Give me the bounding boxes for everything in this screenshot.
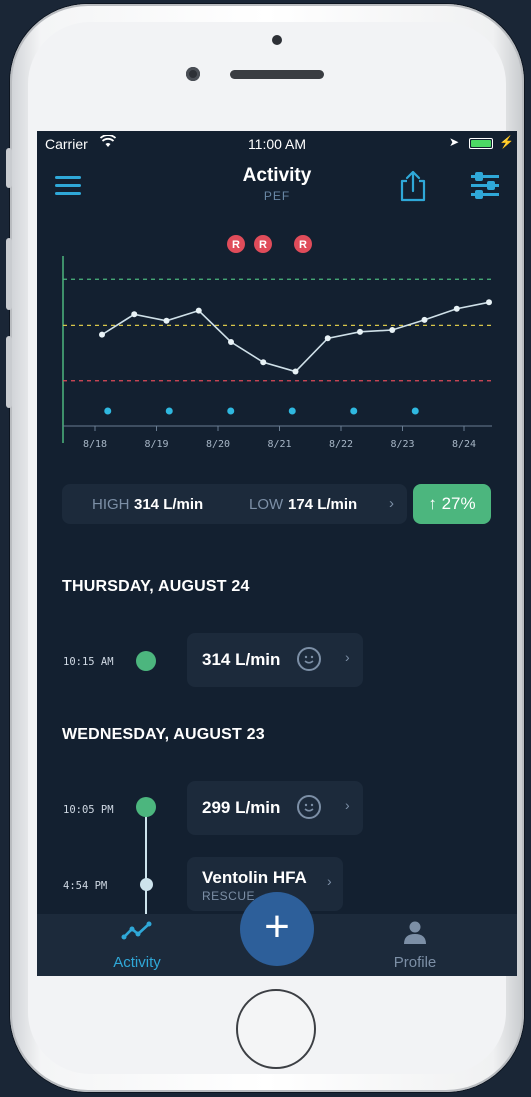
x-tick-label: 8/23 <box>390 439 414 450</box>
pef-data-point <box>260 359 267 366</box>
high-label: HIGH <box>92 496 130 513</box>
smile-icon <box>297 795 321 819</box>
event-dot <box>165 407 173 415</box>
medication-dot <box>140 878 153 891</box>
tab-activity-label: Activity <box>113 954 161 971</box>
reading-card[interactable]: 314 L/min › <box>187 633 363 687</box>
page-subtitle: PEF <box>263 189 291 203</box>
pef-data-point <box>357 328 363 335</box>
low-label: LOW <box>249 496 284 513</box>
chevron-right-icon: › <box>345 649 350 665</box>
chevron-right-icon: › <box>389 495 394 512</box>
x-tick-label: 8/20 <box>206 439 230 450</box>
entry-time: 4:54 PM <box>63 880 108 892</box>
pef-data-point <box>163 317 170 324</box>
smile-icon <box>297 647 321 671</box>
event-dot <box>350 407 358 415</box>
volume-up-button <box>6 238 12 310</box>
tab-profile[interactable]: Profile <box>355 920 475 971</box>
event-dot <box>411 407 419 415</box>
medication-name: Ventolin HFA <box>202 868 307 887</box>
event-dot <box>104 407 112 415</box>
pef-data-point <box>453 305 460 312</box>
pef-data-point <box>421 316 428 323</box>
stats-summary[interactable]: HIGH 314 L/min LOW 174 L/min › <box>62 484 407 524</box>
pef-data-point <box>292 368 299 375</box>
event-dot <box>288 407 296 415</box>
pef-data-point <box>228 339 234 345</box>
activity-chart-icon <box>121 921 152 940</box>
add-entry-button[interactable]: + <box>240 892 314 966</box>
x-tick-label: 8/22 <box>329 439 353 450</box>
x-tick-label: 8/19 <box>144 439 168 450</box>
reading-dot <box>136 651 156 671</box>
home-button[interactable] <box>236 989 316 1069</box>
chevron-right-icon: › <box>345 797 350 813</box>
pef-data-point <box>389 327 396 333</box>
day-header: THURSDAY, AUGUST 24 <box>62 578 250 595</box>
pef-data-point <box>99 331 105 338</box>
location-arrow-icon: ➤ <box>449 135 460 149</box>
charging-bolt-icon: ⚡ <box>499 135 514 149</box>
medication-type: RESCUE <box>202 889 256 903</box>
filter-sliders-icon[interactable] <box>469 171 501 201</box>
x-tick-label: 8/21 <box>267 439 291 450</box>
front-camera <box>186 67 200 81</box>
change-badge[interactable]: ↑ 27% <box>413 484 491 524</box>
pef-data-point <box>486 299 492 306</box>
rescue-marker-label: R <box>259 239 267 251</box>
chevron-right-icon: › <box>327 873 332 889</box>
volume-down-button <box>6 336 12 408</box>
entry-time: 10:15 AM <box>63 656 114 668</box>
event-dot <box>227 407 235 415</box>
app-screen: Carrier 11:00 AM ➤ ⚡ Activity PEF 8/18 8/… <box>37 131 517 976</box>
pef-data-point <box>131 311 138 318</box>
rescue-marker-label: R <box>299 239 307 251</box>
reading-dot <box>136 797 156 817</box>
day-header: WEDNESDAY, AUGUST 23 <box>62 726 265 743</box>
entry-time: 10:05 PM <box>63 804 114 816</box>
tab-activity[interactable]: Activity <box>77 920 197 971</box>
pef-series-line <box>101 301 490 373</box>
mute-switch <box>6 148 12 188</box>
pef-data-point <box>324 335 331 342</box>
page-title: Activity <box>242 165 312 186</box>
x-tick-label: 8/24 <box>452 439 476 450</box>
status-bar: Carrier 11:00 AM ➤ ⚡ <box>37 131 517 157</box>
x-tick-label: 8/18 <box>83 439 107 450</box>
high-value: 314 L/min <box>134 496 204 513</box>
proximity-sensor <box>272 35 282 45</box>
reading-value: 299 L/min <box>202 798 281 817</box>
nav-bar: Activity PEF <box>37 161 517 211</box>
battery-icon <box>469 138 493 149</box>
timeline-line <box>145 816 147 916</box>
tab-profile-label: Profile <box>393 954 437 971</box>
earpiece-speaker <box>230 70 324 79</box>
reading-card[interactable]: 299 L/min › <box>187 781 363 835</box>
low-value: 174 L/min <box>288 496 358 513</box>
status-time: 11:00 AM <box>247 136 307 152</box>
rescue-marker-label: R <box>232 239 240 251</box>
share-icon[interactable] <box>397 169 429 203</box>
person-icon <box>404 921 426 944</box>
pef-line-chart: 8/18 8/19 8/20 8/21 8/22 8/23 8/24 R R R <box>62 235 492 450</box>
reading-value: 314 L/min <box>202 650 281 669</box>
pef-data-point <box>195 307 202 314</box>
